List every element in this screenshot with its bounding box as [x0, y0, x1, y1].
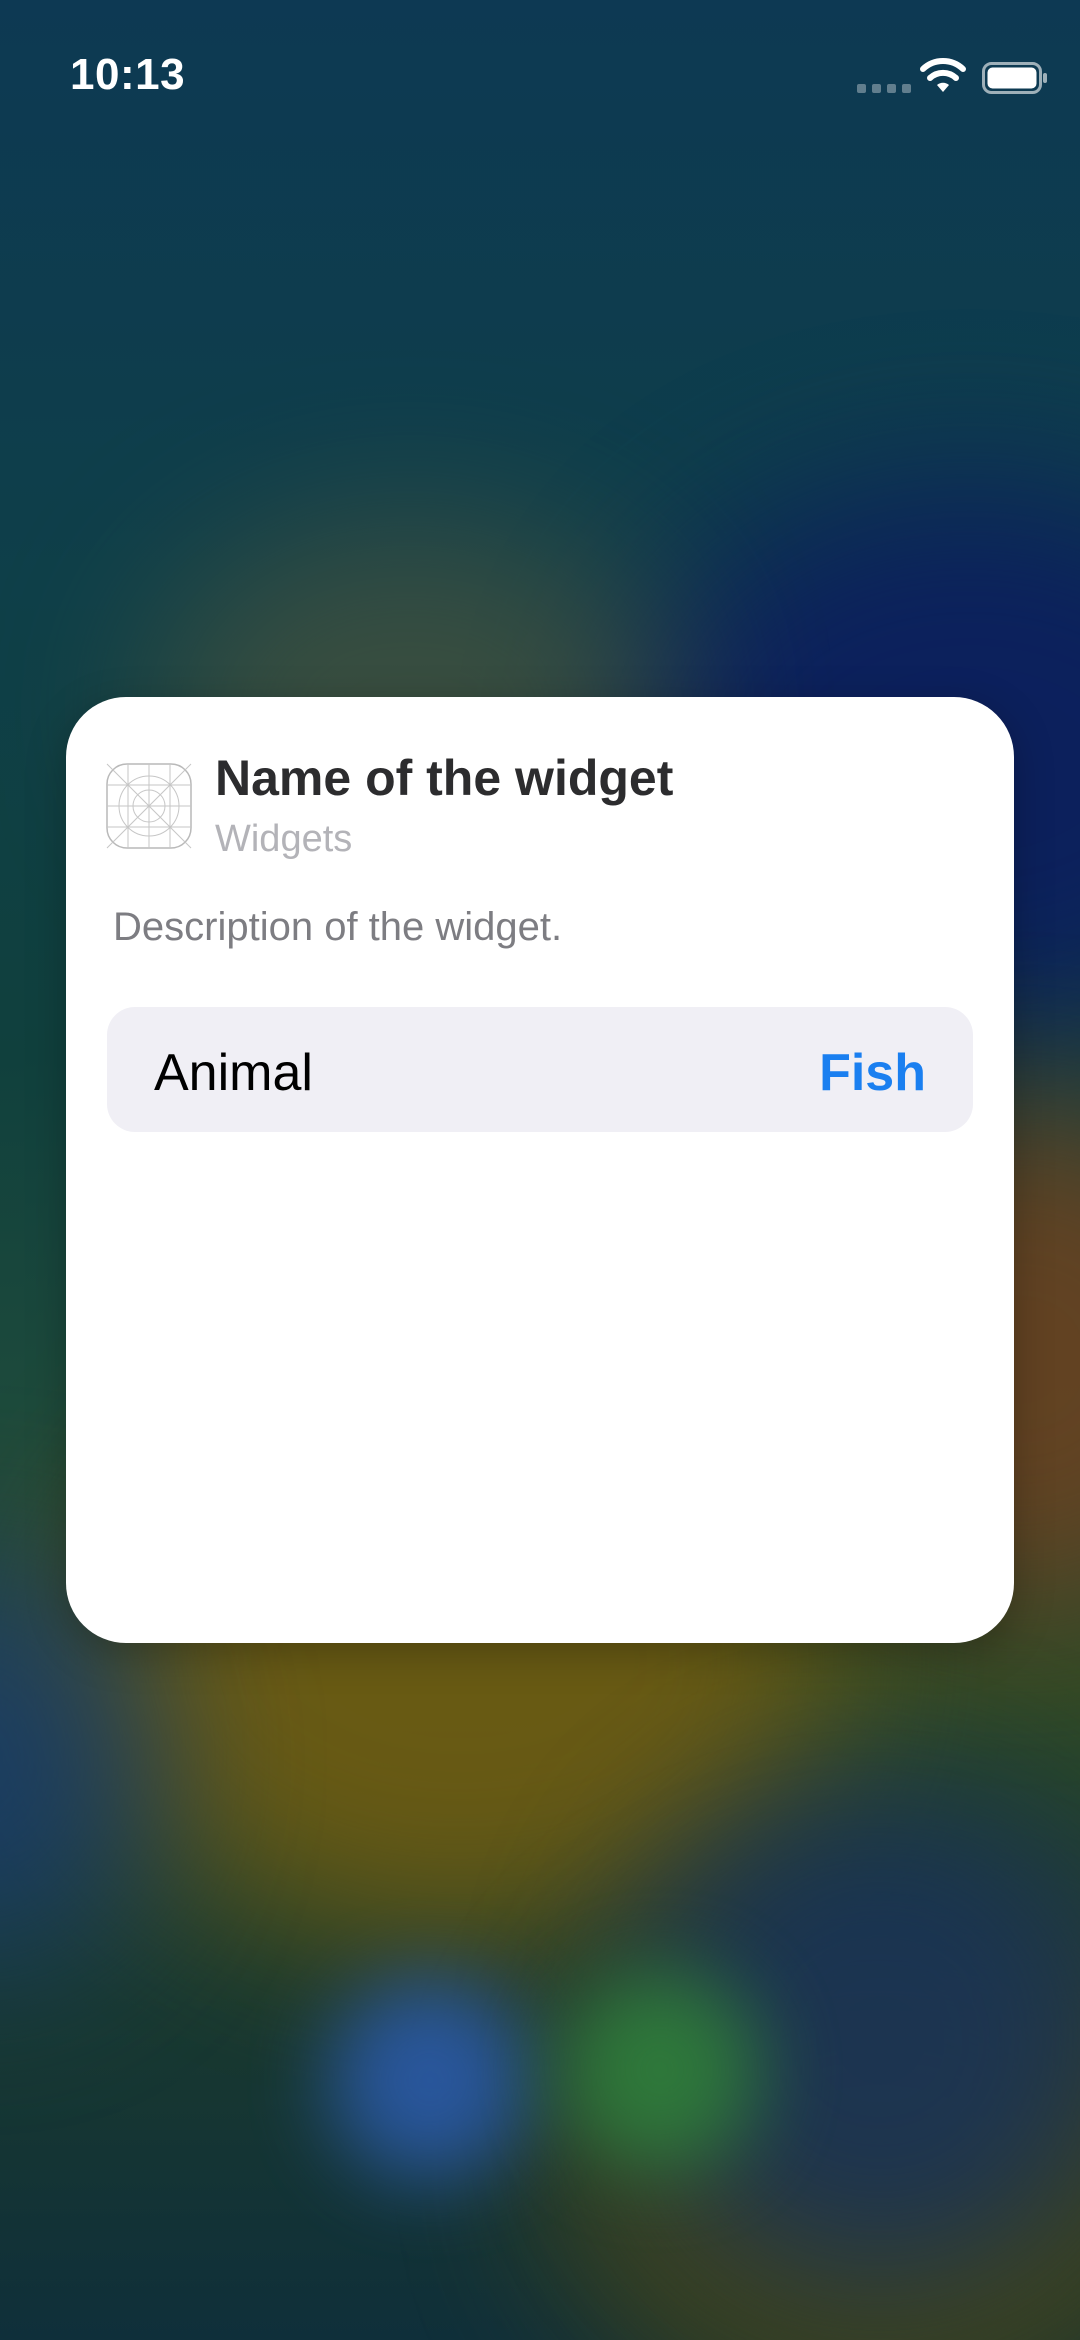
battery-icon	[982, 62, 1047, 94]
wifi-icon	[920, 58, 966, 92]
widget-title: Name of the widget	[215, 750, 674, 806]
app-icon-placeholder	[106, 763, 192, 849]
status-time: 10:13	[70, 50, 186, 99]
parameter-label: Animal	[154, 1044, 313, 1102]
widget-app-name: Widgets	[215, 818, 353, 860]
cellular-signal-icon	[857, 84, 911, 93]
widget-description: Description of the widget.	[113, 905, 563, 949]
animal-parameter-row[interactable]: Animal Fish	[107, 1007, 973, 1132]
widget-config-card: Name of the widget Widgets Description o…	[66, 697, 1014, 1643]
parameter-value-button[interactable]: Fish	[819, 1043, 926, 1103]
